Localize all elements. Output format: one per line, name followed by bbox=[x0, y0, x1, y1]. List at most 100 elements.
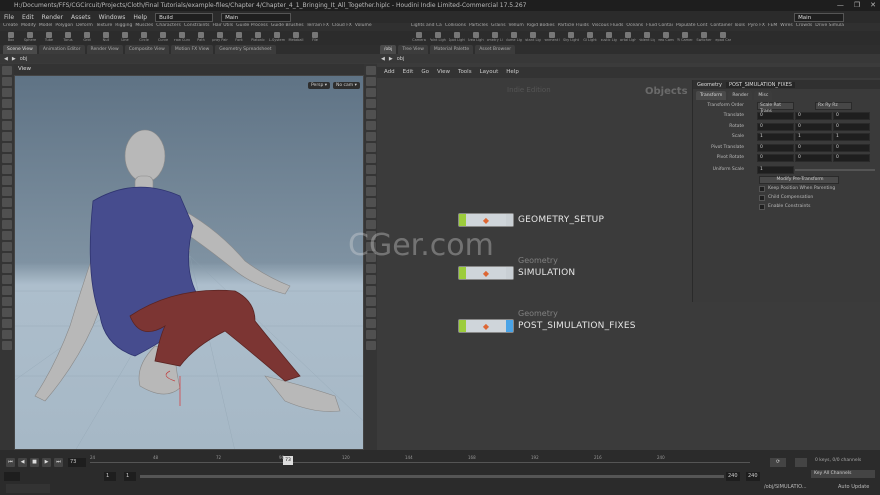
menu-help[interactable]: Help bbox=[133, 14, 147, 21]
tool-button[interactable] bbox=[2, 99, 12, 108]
tool-button[interactable] bbox=[366, 308, 376, 317]
shelf-tab[interactable]: Deform bbox=[76, 23, 93, 31]
tool-button[interactable] bbox=[2, 154, 12, 163]
shelf-tool-button[interactable]: VR Camera bbox=[677, 31, 693, 45]
shelf-tab[interactable]: Hair Utils bbox=[213, 23, 234, 31]
shelf-tool-button[interactable]: GI Light bbox=[582, 31, 598, 45]
shelf-tab[interactable]: Particle Fluids bbox=[558, 23, 589, 31]
realtime-toggle[interactable]: ⟳ bbox=[770, 458, 786, 467]
parm-value-field[interactable]: 0 bbox=[757, 143, 794, 152]
right-desktop-select[interactable]: Main bbox=[794, 12, 845, 22]
shelf-tab[interactable]: Muscles bbox=[135, 23, 153, 31]
tool-button[interactable] bbox=[2, 187, 12, 196]
shelf-tool-button[interactable]: Box bbox=[3, 31, 19, 45]
parm-value-field[interactable]: 1 bbox=[795, 133, 832, 141]
shelf-tab[interactable]: Collisions bbox=[445, 23, 466, 31]
tool-button[interactable] bbox=[2, 220, 12, 229]
menu-assets[interactable]: Assets bbox=[71, 14, 91, 21]
shelf-tab[interactable]: Populate Cont bbox=[676, 23, 708, 31]
forward-arrow-icon[interactable]: ▶ bbox=[389, 56, 393, 62]
back-arrow-icon[interactable]: ◀ bbox=[4, 56, 8, 62]
shelf-tool-button[interactable]: Draw Curve bbox=[174, 31, 190, 45]
shelf-tool-button[interactable]: Switcher bbox=[696, 31, 712, 45]
net-menu-layout[interactable]: Layout bbox=[480, 67, 499, 78]
shelf-tab[interactable]: Fluid Contai bbox=[646, 23, 673, 31]
tool-button[interactable] bbox=[2, 165, 12, 174]
keep-position-checkbox[interactable] bbox=[759, 186, 765, 192]
tool-button[interactable] bbox=[366, 286, 376, 295]
start-frame-field-2[interactable]: 1 bbox=[124, 472, 136, 481]
shelf-tool-button[interactable]: Sky Light bbox=[563, 31, 579, 45]
parm-value-field[interactable]: 0 bbox=[833, 143, 870, 152]
shelf-tab[interactable]: Modify bbox=[21, 23, 36, 31]
tool-button[interactable] bbox=[366, 341, 376, 350]
desktop-select[interactable]: Build bbox=[155, 12, 214, 22]
shelf-tool-button[interactable]: Tube bbox=[41, 31, 57, 45]
shelf-tool-button[interactable]: Ambient Light bbox=[639, 31, 655, 45]
display-flag[interactable] bbox=[459, 214, 466, 226]
shelf-tab[interactable]: Drive Simula bbox=[815, 23, 844, 31]
tool-button[interactable] bbox=[366, 132, 376, 141]
tab-animation-editor[interactable]: Animation Editor bbox=[38, 45, 85, 54]
parm-value-field[interactable]: 1 bbox=[757, 133, 794, 141]
transform-order-menu[interactable]: Scale Rot Trans bbox=[757, 102, 794, 114]
parm-value-field[interactable]: 0 bbox=[833, 112, 870, 120]
shelf-tool-button[interactable]: Distant Light bbox=[525, 31, 541, 45]
tool-button[interactable] bbox=[366, 198, 376, 207]
shelf-tab[interactable]: Particles bbox=[469, 23, 488, 31]
shelf-tool-button[interactable]: Gamepad Camera bbox=[715, 31, 731, 45]
shelf-tool-button[interactable]: Spray Paint bbox=[212, 31, 228, 45]
shelf-tool-button[interactable]: Geometry Light bbox=[487, 31, 503, 45]
tool-button[interactable] bbox=[2, 275, 12, 284]
tool-button[interactable] bbox=[366, 99, 376, 108]
shelf-tab[interactable]: Terrain FX bbox=[307, 23, 329, 31]
shelf-tab[interactable]: FEM bbox=[768, 23, 777, 31]
tool-button[interactable] bbox=[366, 165, 376, 174]
modify-pre-transform-button[interactable]: Modify Pre-Transform bbox=[759, 176, 839, 184]
net-menu-add[interactable]: Add bbox=[384, 67, 395, 78]
shelf-tab[interactable]: Constraints bbox=[184, 23, 210, 31]
shelf-tab[interactable]: Characters bbox=[156, 23, 181, 31]
shelf-tool-button[interactable]: Grid bbox=[79, 31, 95, 45]
node-name-field[interactable]: POST_SIMULATION_FIXES bbox=[725, 81, 795, 88]
current-frame-field[interactable]: 73 bbox=[68, 458, 86, 467]
end-frame-field-2[interactable]: 240 bbox=[746, 472, 760, 481]
tool-button[interactable] bbox=[2, 231, 12, 240]
end-frame-field[interactable]: 240 bbox=[726, 472, 740, 481]
shelf-tool-button[interactable]: Path bbox=[193, 31, 209, 45]
tab-render-view[interactable]: Render View bbox=[86, 45, 123, 54]
tool-button[interactable] bbox=[2, 66, 12, 75]
tool-button[interactable] bbox=[2, 264, 12, 273]
parm-value-field[interactable]: 1 bbox=[833, 133, 870, 141]
child-compensation-checkbox[interactable] bbox=[759, 195, 765, 201]
menu-edit[interactable]: Edit bbox=[22, 14, 34, 21]
tool-button[interactable] bbox=[366, 264, 376, 273]
shelf-tab[interactable]: Crowds bbox=[796, 23, 813, 31]
shelf-tab[interactable]: Viscous Fluids bbox=[592, 23, 624, 31]
tool-button[interactable] bbox=[366, 275, 376, 284]
tab-motion-fx-view[interactable]: Motion FX View bbox=[170, 45, 214, 54]
node-geometry-setup[interactable]: ◆ GEOMETRY_SETUP bbox=[458, 213, 604, 227]
tool-button[interactable] bbox=[2, 110, 12, 119]
shelf-tab[interactable]: Rigid Bodies bbox=[527, 23, 555, 31]
render-flag[interactable] bbox=[506, 214, 513, 226]
tab-misc[interactable]: Misc bbox=[754, 91, 773, 100]
keyframe-icon[interactable] bbox=[795, 458, 807, 467]
shelf-tab[interactable]: Rigging bbox=[115, 23, 132, 31]
tool-button[interactable] bbox=[2, 319, 12, 328]
step-back-icon[interactable]: ◀ bbox=[18, 458, 27, 467]
display-flag[interactable] bbox=[459, 320, 466, 332]
shelf-tab[interactable]: Vellum bbox=[509, 23, 524, 31]
tool-button[interactable] bbox=[366, 88, 376, 97]
parm-value-field[interactable]: 0 bbox=[795, 122, 832, 131]
parm-value-field[interactable]: 0 bbox=[833, 122, 870, 131]
tool-button[interactable] bbox=[2, 242, 12, 251]
tool-button[interactable] bbox=[366, 154, 376, 163]
parm-value-field[interactable]: 0 bbox=[833, 154, 870, 162]
node-post-simulation-fixes[interactable]: ◆ POST_SIMULATION_FIXES bbox=[458, 319, 636, 333]
shelf-tool-button[interactable]: Volume Light bbox=[506, 31, 522, 45]
context-select[interactable]: Main bbox=[221, 12, 292, 22]
shelf-tool-button[interactable]: Portal Light bbox=[620, 31, 636, 45]
shelf-tool-button[interactable]: Point Light bbox=[430, 31, 446, 45]
global-anim-icon[interactable] bbox=[4, 472, 20, 481]
